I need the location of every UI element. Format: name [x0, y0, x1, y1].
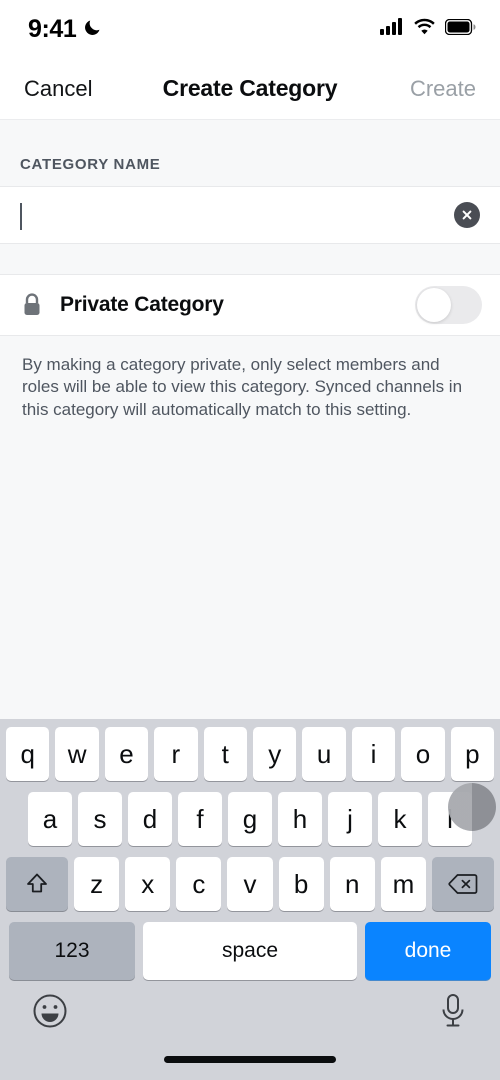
onscreen-keyboard: q w e r t y u i o p a s d f g h j k l z … [0, 719, 500, 1080]
key-v[interactable]: v [227, 857, 273, 911]
status-bar-left: 9:41 [28, 15, 103, 44]
private-category-row[interactable]: Private Category [0, 274, 500, 336]
home-indicator-area [3, 1042, 497, 1080]
key-j[interactable]: j [328, 792, 372, 846]
key-c[interactable]: c [176, 857, 222, 911]
key-a[interactable]: a [28, 792, 72, 846]
emoji-smiley-icon[interactable] [31, 992, 69, 1030]
key-t[interactable]: t [203, 727, 247, 781]
key-w[interactable]: w [55, 727, 99, 781]
key-y[interactable]: y [253, 727, 297, 781]
key-d[interactable]: d [128, 792, 172, 846]
category-name-field-row[interactable] [0, 186, 500, 244]
content-empty-area [0, 420, 500, 719]
cellular-signal-icon [380, 18, 404, 40]
cancel-button[interactable]: Cancel [22, 72, 94, 106]
private-category-label: Private Category [60, 293, 224, 316]
create-category-screen: 9:41 Cancel Create Category Create CATEG… [0, 0, 500, 1080]
key-q[interactable]: q [5, 727, 50, 781]
backspace-icon[interactable] [431, 857, 494, 911]
key-i[interactable]: i [351, 727, 396, 781]
keyboard-row-4: 123 space done [3, 922, 497, 980]
moon-icon [83, 17, 103, 42]
form-content: CATEGORY NAME Private Category By making… [0, 120, 500, 719]
key-z[interactable]: z [74, 857, 120, 911]
section-spacer [0, 244, 500, 274]
key-f[interactable]: f [178, 792, 222, 846]
key-g[interactable]: g [228, 792, 272, 846]
lock-icon [20, 292, 44, 318]
wifi-icon [413, 18, 436, 40]
status-bar-right [380, 18, 476, 40]
key-m[interactable]: m [380, 857, 426, 911]
navigation-bar: Cancel Create Category Create [0, 58, 500, 120]
create-button[interactable]: Create [408, 72, 478, 106]
battery-full-icon [444, 18, 476, 40]
private-category-helper-text: By making a category private, only selec… [22, 355, 463, 419]
done-key[interactable]: done [365, 922, 491, 980]
key-p[interactable]: p [450, 727, 495, 781]
keyboard-row-1: q w e r t y u i o p [3, 727, 497, 781]
numeric-key[interactable]: 123 [9, 922, 135, 980]
home-indicator [164, 1056, 336, 1063]
clear-icon[interactable] [454, 202, 480, 228]
key-k[interactable]: k [378, 792, 422, 846]
category-name-input[interactable] [20, 203, 444, 227]
shift-arrow-icon[interactable] [6, 857, 68, 911]
key-b[interactable]: b [278, 857, 324, 911]
key-h[interactable]: h [278, 792, 322, 846]
microphone-icon[interactable] [437, 992, 469, 1030]
key-l[interactable]: l [428, 792, 472, 846]
keyboard-bottom-bar [3, 980, 497, 1042]
space-key[interactable]: space [143, 922, 357, 980]
key-e[interactable]: e [104, 727, 149, 781]
key-s[interactable]: s [78, 792, 122, 846]
status-bar: 9:41 [0, 0, 500, 58]
category-name-section-header: CATEGORY NAME [20, 156, 161, 173]
keyboard-row-2: a s d f g h j k l [3, 792, 497, 846]
key-x[interactable]: x [125, 857, 171, 911]
private-category-toggle[interactable] [415, 286, 482, 324]
text-caret [20, 203, 22, 230]
key-u[interactable]: u [302, 727, 346, 781]
status-time: 9:41 [28, 14, 77, 43]
toggle-knob [417, 288, 451, 322]
keyboard-row-3: z x c v b n m [3, 857, 497, 911]
key-r[interactable]: r [154, 727, 198, 781]
key-n[interactable]: n [329, 857, 375, 911]
key-o[interactable]: o [401, 727, 445, 781]
